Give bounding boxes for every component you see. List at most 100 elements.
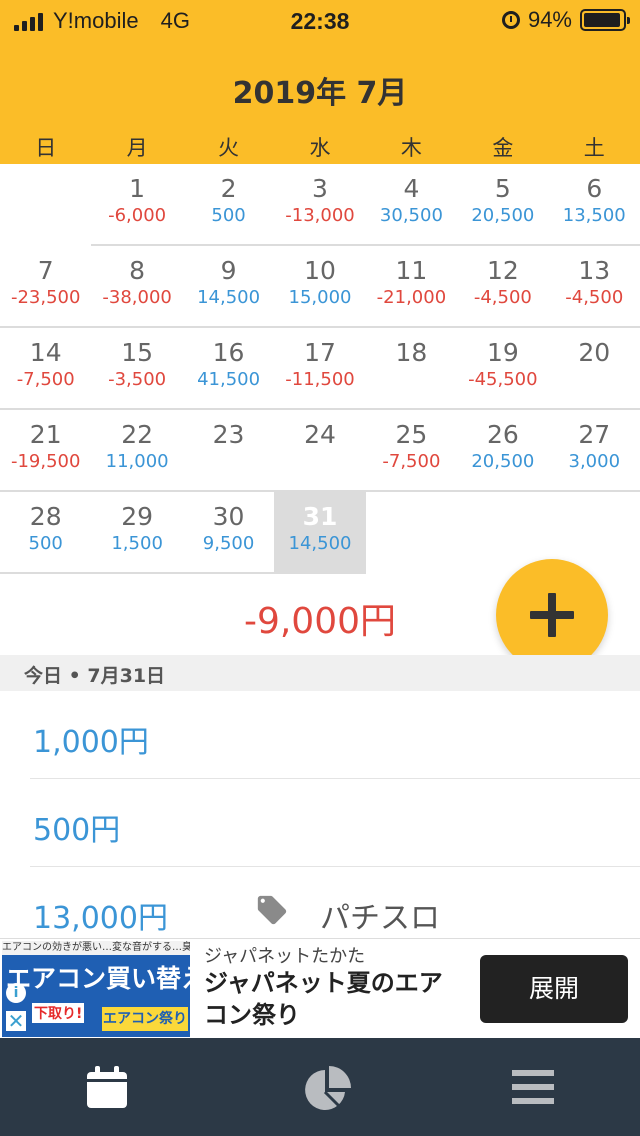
day-cell[interactable]: 20 [549, 328, 640, 408]
day-number: 28 [29, 502, 62, 531]
day-cell[interactable]: 17 -11,500 [274, 328, 365, 408]
ad-image-top-text: エアコンの効きが悪い…変な音がする…臭い… [2, 941, 190, 955]
day-cell[interactable]: 5 20,500 [457, 164, 548, 244]
calendar-grid: 1 -6,000 2 500 3 -13,000 4 30,500 5 20,500 6 13,500… [0, 164, 640, 574]
ad-image-red-text: 下取り! [32, 1003, 85, 1023]
tab-calendar[interactable] [0, 1038, 213, 1136]
day-cell[interactable]: 6 13,500 [549, 164, 640, 244]
weekday-row: 日 月 火 水 木 金 土 [0, 132, 640, 162]
day-number: 27 [578, 420, 611, 449]
ad-image-big-text: エアコン買い替え応援 [6, 964, 190, 993]
day-section-header: 今日 • 7月31日 [0, 655, 640, 691]
day-number: 5 [494, 174, 511, 203]
day-cell[interactable]: 26 20,500 [457, 410, 548, 490]
day-amount: 15,000 [288, 287, 352, 308]
day-cell[interactable]: 11 -21,000 [366, 246, 457, 326]
day-cell[interactable]: 8 -38,000 [91, 246, 182, 326]
entry-row[interactable]: 1,000円 [0, 691, 640, 779]
day-cell[interactable]: 13 -4,500 [549, 246, 640, 326]
day-cell[interactable]: 12 -4,500 [457, 246, 548, 326]
day-cell[interactable]: 24 [274, 410, 365, 490]
day-cell[interactable]: 1 -6,000 [91, 164, 182, 244]
day-number: 6 [586, 174, 603, 203]
day-cell[interactable]: 25 -7,500 [366, 410, 457, 490]
tag-icon [257, 895, 287, 925]
day-number: 17 [304, 338, 336, 367]
entry-row[interactable]: 500円 [0, 779, 640, 867]
ad-expand-button[interactable]: 展開 [480, 955, 628, 1023]
day-amount: -19,500 [10, 451, 81, 472]
day-number: 14 [29, 338, 62, 367]
ad-banner[interactable]: エアコンの効きが悪い…変な音がする…臭い… エアコン買い替え応援 下取り! エア… [0, 938, 640, 1039]
entry-amount: 13,000円 [33, 901, 168, 936]
day-cell[interactable]: 2 500 [183, 164, 274, 244]
day-amount: 3,000 [568, 451, 621, 472]
day-cell[interactable]: 10 15,000 [274, 246, 365, 326]
day-cell[interactable]: 27 3,000 [549, 410, 640, 490]
tab-report[interactable] [213, 1038, 426, 1136]
day-number: 20 [578, 338, 611, 367]
day-cell[interactable]: 7 -23,500 [0, 246, 91, 326]
week-row: 21 -19,500 22 11,000 23 24 25 -7,500 26 20,500 27 3… [0, 410, 640, 492]
day-cell[interactable]: 30 9,500 [183, 492, 274, 572]
day-cell[interactable]: 29 1,500 [91, 492, 182, 572]
day-amount: 41,500 [197, 369, 261, 390]
day-amount: 20,500 [471, 451, 535, 472]
day-number: 22 [121, 420, 154, 449]
ad-info-icon[interactable]: i [6, 983, 26, 1003]
day-number: 2 [220, 174, 237, 203]
tab-bar [0, 1038, 640, 1136]
weekday-label: 日 [35, 136, 57, 160]
day-cell[interactable]: 9 14,500 [183, 246, 274, 326]
day-number: 9 [220, 256, 237, 285]
day-cell[interactable]: 14 -7,500 [0, 328, 91, 408]
week-row: 7 -23,500 8 -38,000 9 14,500 10 15,000 11 -21,000… [0, 246, 640, 328]
battery-percent: 94% [527, 7, 572, 32]
day-number: 30 [212, 502, 245, 531]
day-number: 26 [486, 420, 519, 449]
day-cell-today[interactable]: 31 14,500 [274, 492, 366, 572]
calendar-icon [87, 1066, 127, 1108]
day-number: 12 [486, 256, 519, 285]
day-cell[interactable]: 15 -3,500 [91, 328, 182, 408]
entry-amount: 1,000円 [33, 725, 149, 760]
ad-headline: ジャパネット夏のエアコン祭り [204, 969, 443, 1029]
tab-menu[interactable] [426, 1038, 639, 1136]
pie-chart-icon [305, 1066, 351, 1110]
month-title[interactable]: 2019年 7月 [0, 68, 640, 112]
day-cell[interactable]: 3 -13,000 [274, 164, 365, 244]
day-amount: -4,500 [565, 287, 624, 308]
weekday-label: 土 [583, 136, 605, 160]
day-cell[interactable]: 22 11,000 [91, 410, 182, 490]
status-bar: Y!mobile 4G 22:38 94% [0, 0, 640, 42]
day-cell[interactable]: 4 30,500 [366, 164, 457, 244]
day-cell[interactable]: 23 [183, 410, 274, 490]
calendar-header: 2019年 7月 日 月 火 水 木 金 土 [0, 42, 640, 164]
day-amount: -3,500 [108, 369, 167, 390]
ad-close-icon[interactable]: ✕ [6, 1011, 26, 1031]
day-number: 11 [395, 256, 428, 285]
day-cell[interactable]: 16 41,500 [183, 328, 274, 408]
day-amount: 9,500 [202, 533, 255, 554]
day-amount: 20,500 [471, 205, 535, 226]
day-number: 16 [212, 338, 245, 367]
day-amount: 30,500 [379, 205, 443, 226]
day-cell[interactable]: 21 -19,500 [0, 410, 91, 490]
day-number: 18 [395, 338, 428, 367]
day-amount: -45,500 [468, 369, 538, 390]
day-cell[interactable]: 28 500 [0, 492, 91, 572]
day-amount: 14,500 [197, 287, 261, 308]
ad-image[interactable]: エアコンの効きが悪い…変な音がする…臭い… エアコン買い替え応援 下取り! エア… [2, 941, 190, 1037]
day-amount: -23,500 [10, 287, 81, 308]
day-amount: 13,500 [562, 205, 626, 226]
day-number: 3 [312, 174, 328, 203]
weekday-label: 水 [309, 136, 331, 160]
day-amount: 500 [211, 205, 246, 226]
day-cell[interactable]: 19 -45,500 [457, 328, 548, 408]
status-right: 94% [501, 7, 630, 33]
week-row: 14 -7,500 15 -3,500 16 41,500 17 -11,500 18 19 -45… [0, 328, 640, 410]
day-amount: -21,000 [376, 287, 447, 308]
day-cell[interactable]: 18 [366, 328, 457, 408]
day-amount: 1,500 [111, 533, 163, 554]
entry-category: パチスロ [320, 901, 440, 936]
